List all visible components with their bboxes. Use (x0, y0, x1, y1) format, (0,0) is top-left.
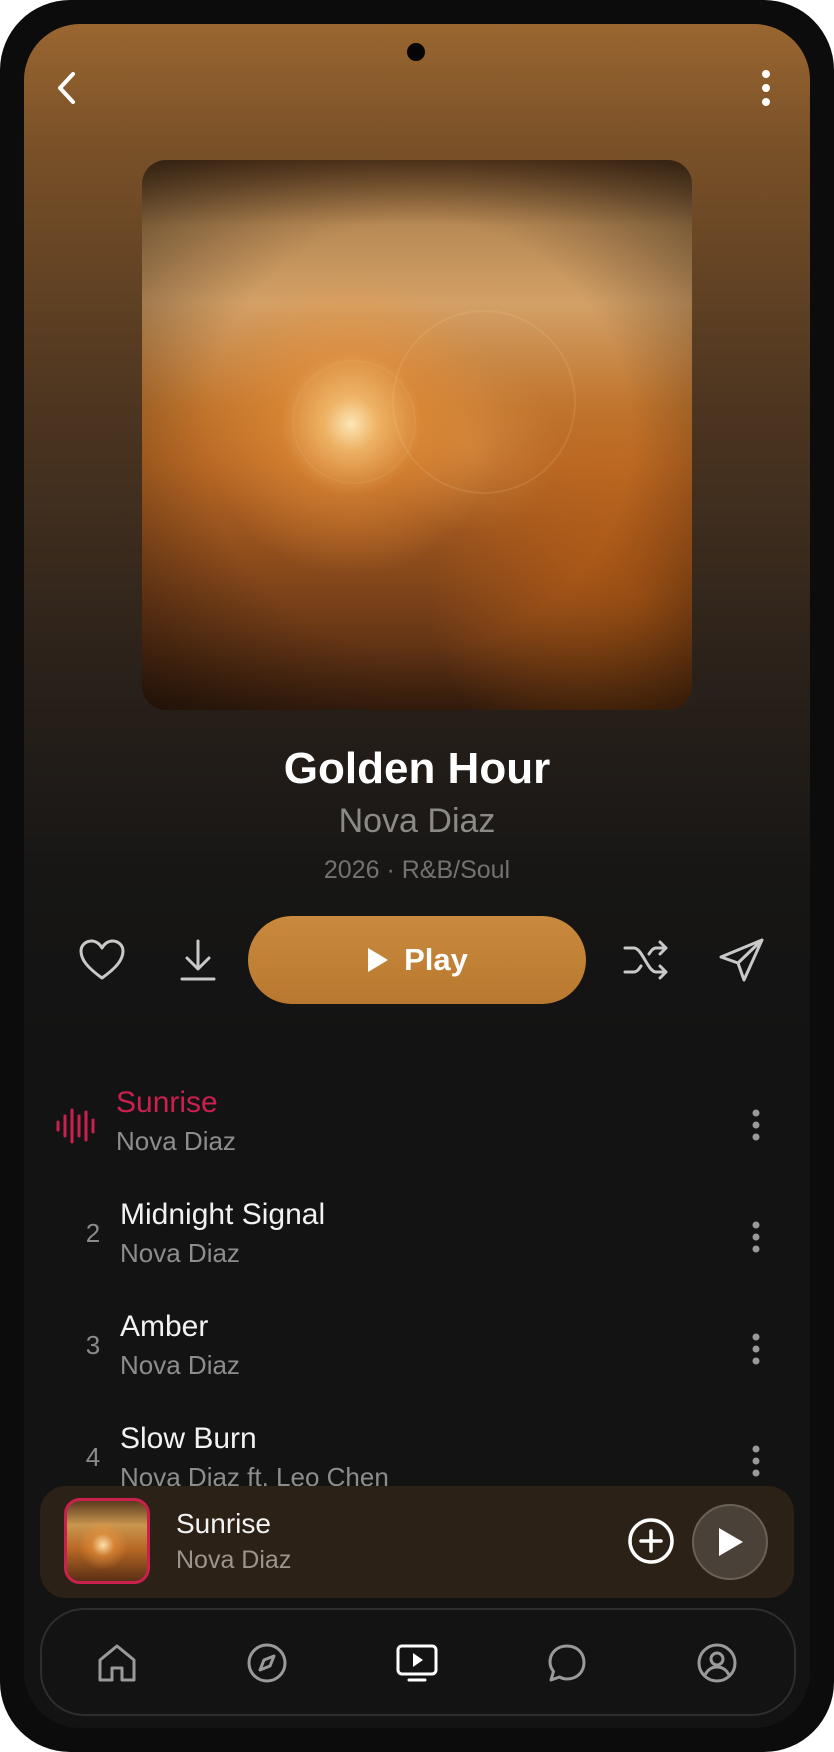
vertical-dots-icon (752, 1333, 760, 1365)
album-cover (142, 160, 692, 710)
chat-icon (548, 1644, 586, 1682)
track-artist: Nova Diaz (116, 1126, 236, 1156)
mini-player-play-button[interactable] (692, 1504, 768, 1580)
track-row-1[interactable]: Sunrise Nova Diaz (24, 1074, 810, 1174)
nav-home[interactable] (92, 1638, 142, 1688)
track-number: 2 (85, 1218, 101, 1248)
send-icon (719, 938, 764, 982)
download-button[interactable] (168, 930, 228, 990)
track-row-2[interactable]: 2 Midnight Signal Nova Diaz (24, 1186, 810, 1286)
compass-icon (247, 1643, 287, 1683)
screen: Golden Hour Nova Diaz 2026 · R&B/Soul Pl… (24, 24, 810, 1728)
track-artist: Nova Diaz (120, 1350, 240, 1380)
download-icon (180, 939, 216, 981)
home-icon (98, 1644, 136, 1682)
track-artist: Nova Diaz (120, 1238, 240, 1268)
shuffle-icon (623, 940, 668, 980)
album-meta: 2026 · R&B/Soul (323, 856, 511, 884)
equalizer-icon (56, 1108, 95, 1144)
bottom-navigation (40, 1608, 796, 1716)
play-icon (719, 1528, 743, 1556)
heart-icon (79, 939, 125, 980)
phone-frame: Golden Hour Nova Diaz 2026 · R&B/Soul Pl… (0, 0, 834, 1752)
nav-videos[interactable] (392, 1638, 442, 1688)
share-button[interactable] (712, 930, 772, 990)
mini-player-artist: Nova Diaz (176, 1546, 292, 1574)
mini-player[interactable]: Sunrise Nova Diaz (40, 1486, 794, 1598)
track-title: Slow Burn (120, 1422, 257, 1455)
like-button[interactable] (72, 930, 132, 990)
track-more-button[interactable] (736, 1324, 776, 1374)
vertical-dots-icon (752, 1445, 760, 1477)
play-label: Play (404, 942, 468, 977)
plus-circle-icon (628, 1518, 674, 1564)
nav-profile[interactable] (692, 1638, 742, 1688)
vertical-dots-icon (762, 70, 770, 106)
add-to-library-button[interactable] (626, 1516, 676, 1566)
track-more-button[interactable] (736, 1212, 776, 1262)
more-options-button[interactable] (742, 64, 790, 112)
track-more-button[interactable] (736, 1100, 776, 1150)
vertical-dots-icon (752, 1109, 760, 1141)
track-row-3[interactable]: 3 Amber Nova Diaz (24, 1298, 810, 1398)
camera-cutout (407, 43, 425, 61)
play-button[interactable]: Play (248, 916, 586, 1004)
mini-player-title: Sunrise (176, 1508, 271, 1539)
play-icon (368, 948, 389, 972)
track-number: 4 (85, 1442, 101, 1472)
album-artist[interactable]: Nova Diaz (24, 802, 810, 841)
back-button[interactable] (44, 64, 92, 112)
profile-icon (697, 1643, 737, 1683)
chevron-left-icon (58, 72, 75, 104)
track-title: Sunrise (116, 1086, 218, 1119)
shuffle-button[interactable] (616, 930, 676, 990)
track-more-button[interactable] (736, 1436, 776, 1486)
album-title: Golden Hour (283, 744, 551, 793)
track-number: 3 (85, 1330, 101, 1360)
track-title: Midnight Signal (120, 1198, 326, 1231)
mini-player-artwork (64, 1498, 150, 1584)
track-title: Amber (120, 1310, 209, 1343)
nav-messages[interactable] (542, 1638, 592, 1688)
nav-explore[interactable] (242, 1638, 292, 1688)
video-icon (396, 1644, 438, 1682)
vertical-dots-icon (752, 1221, 760, 1253)
